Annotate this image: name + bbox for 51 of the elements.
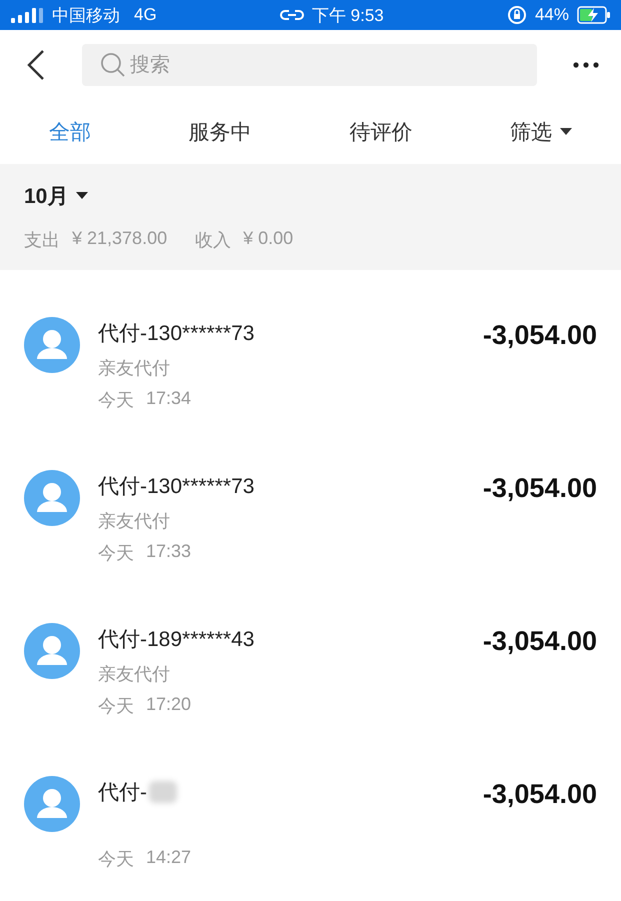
- transaction-type: 亲友代付: [98, 511, 170, 531]
- tab[interactable]: 全部: [40, 114, 99, 150]
- income-amount: ¥ 0.00: [243, 228, 294, 250]
- battery-percent: 44%: [534, 5, 569, 25]
- caret-icon: [76, 192, 88, 200]
- avatar-icon: [24, 776, 80, 832]
- expense-label: 支出: [24, 229, 60, 252]
- battery-icon: [577, 6, 611, 24]
- avatar-icon: [24, 317, 80, 373]
- rotation-lock-icon: [506, 5, 527, 25]
- transaction-amount: -3,054.00: [482, 626, 597, 657]
- avatar-icon: [24, 623, 80, 679]
- link-icon: [280, 8, 304, 22]
- expense-amount: ¥ 21,378.00: [72, 228, 168, 250]
- transaction-title: 代付-189******43: [98, 627, 254, 653]
- search-icon: [100, 52, 126, 78]
- carrier-name: 中国移动: [52, 4, 120, 26]
- transaction-amount: -3,054.00: [482, 320, 597, 351]
- back-button[interactable]: [26, 49, 46, 81]
- transaction-day: 今天: [98, 694, 134, 718]
- transaction-amount: -3,054.00: [482, 473, 597, 504]
- month-selector[interactable]: 10月: [24, 182, 88, 210]
- caret-icon: [560, 128, 572, 136]
- transaction-row[interactable]: 代付-130******73 亲友代付 今天 17:34 -3,054.00: [0, 318, 621, 471]
- transaction-row[interactable]: 代付-130******73 亲友代付 今天 17:33 -3,054.00: [0, 471, 621, 624]
- income-label: 收入: [195, 229, 232, 252]
- transaction-amount: -3,054.00: [482, 779, 597, 810]
- search-field[interactable]: 搜索: [128, 52, 432, 78]
- transaction-row[interactable]: 代付- 今天 14:27 -3,054.00: [0, 777, 621, 901]
- clock-time: 下午 9:53: [312, 4, 384, 26]
- transaction-title: 代付-: [98, 780, 147, 806]
- search-bar[interactable]: 搜索: [82, 44, 537, 86]
- tab[interactable]: 待评价: [341, 114, 420, 150]
- avatar-icon: [24, 470, 80, 526]
- transaction-day: 今天: [98, 388, 134, 412]
- transaction-title: 代付-130******73: [98, 474, 254, 500]
- transaction-time: 17:20: [146, 694, 192, 716]
- transaction-type: 亲友代付: [98, 664, 170, 684]
- transaction-day: 今天: [98, 541, 134, 565]
- transaction-day: 今天: [98, 847, 134, 871]
- transaction-time: 14:27: [146, 847, 192, 869]
- network-type: 4G: [134, 5, 157, 25]
- filter-dropdown[interactable]: 筛选: [502, 114, 580, 150]
- more-button[interactable]: [573, 62, 599, 68]
- tab[interactable]: 服务中: [180, 114, 260, 150]
- transaction-time: 17:34: [146, 388, 192, 410]
- transaction-time: 17:33: [146, 541, 192, 563]
- transaction-type: 亲友代付: [98, 358, 170, 378]
- transaction-row[interactable]: 代付-189******43 亲友代付 今天 17:20 -3,054.00: [0, 624, 621, 777]
- transaction-title: 代付-130******73: [98, 321, 254, 347]
- signal-icon: [10, 7, 44, 23]
